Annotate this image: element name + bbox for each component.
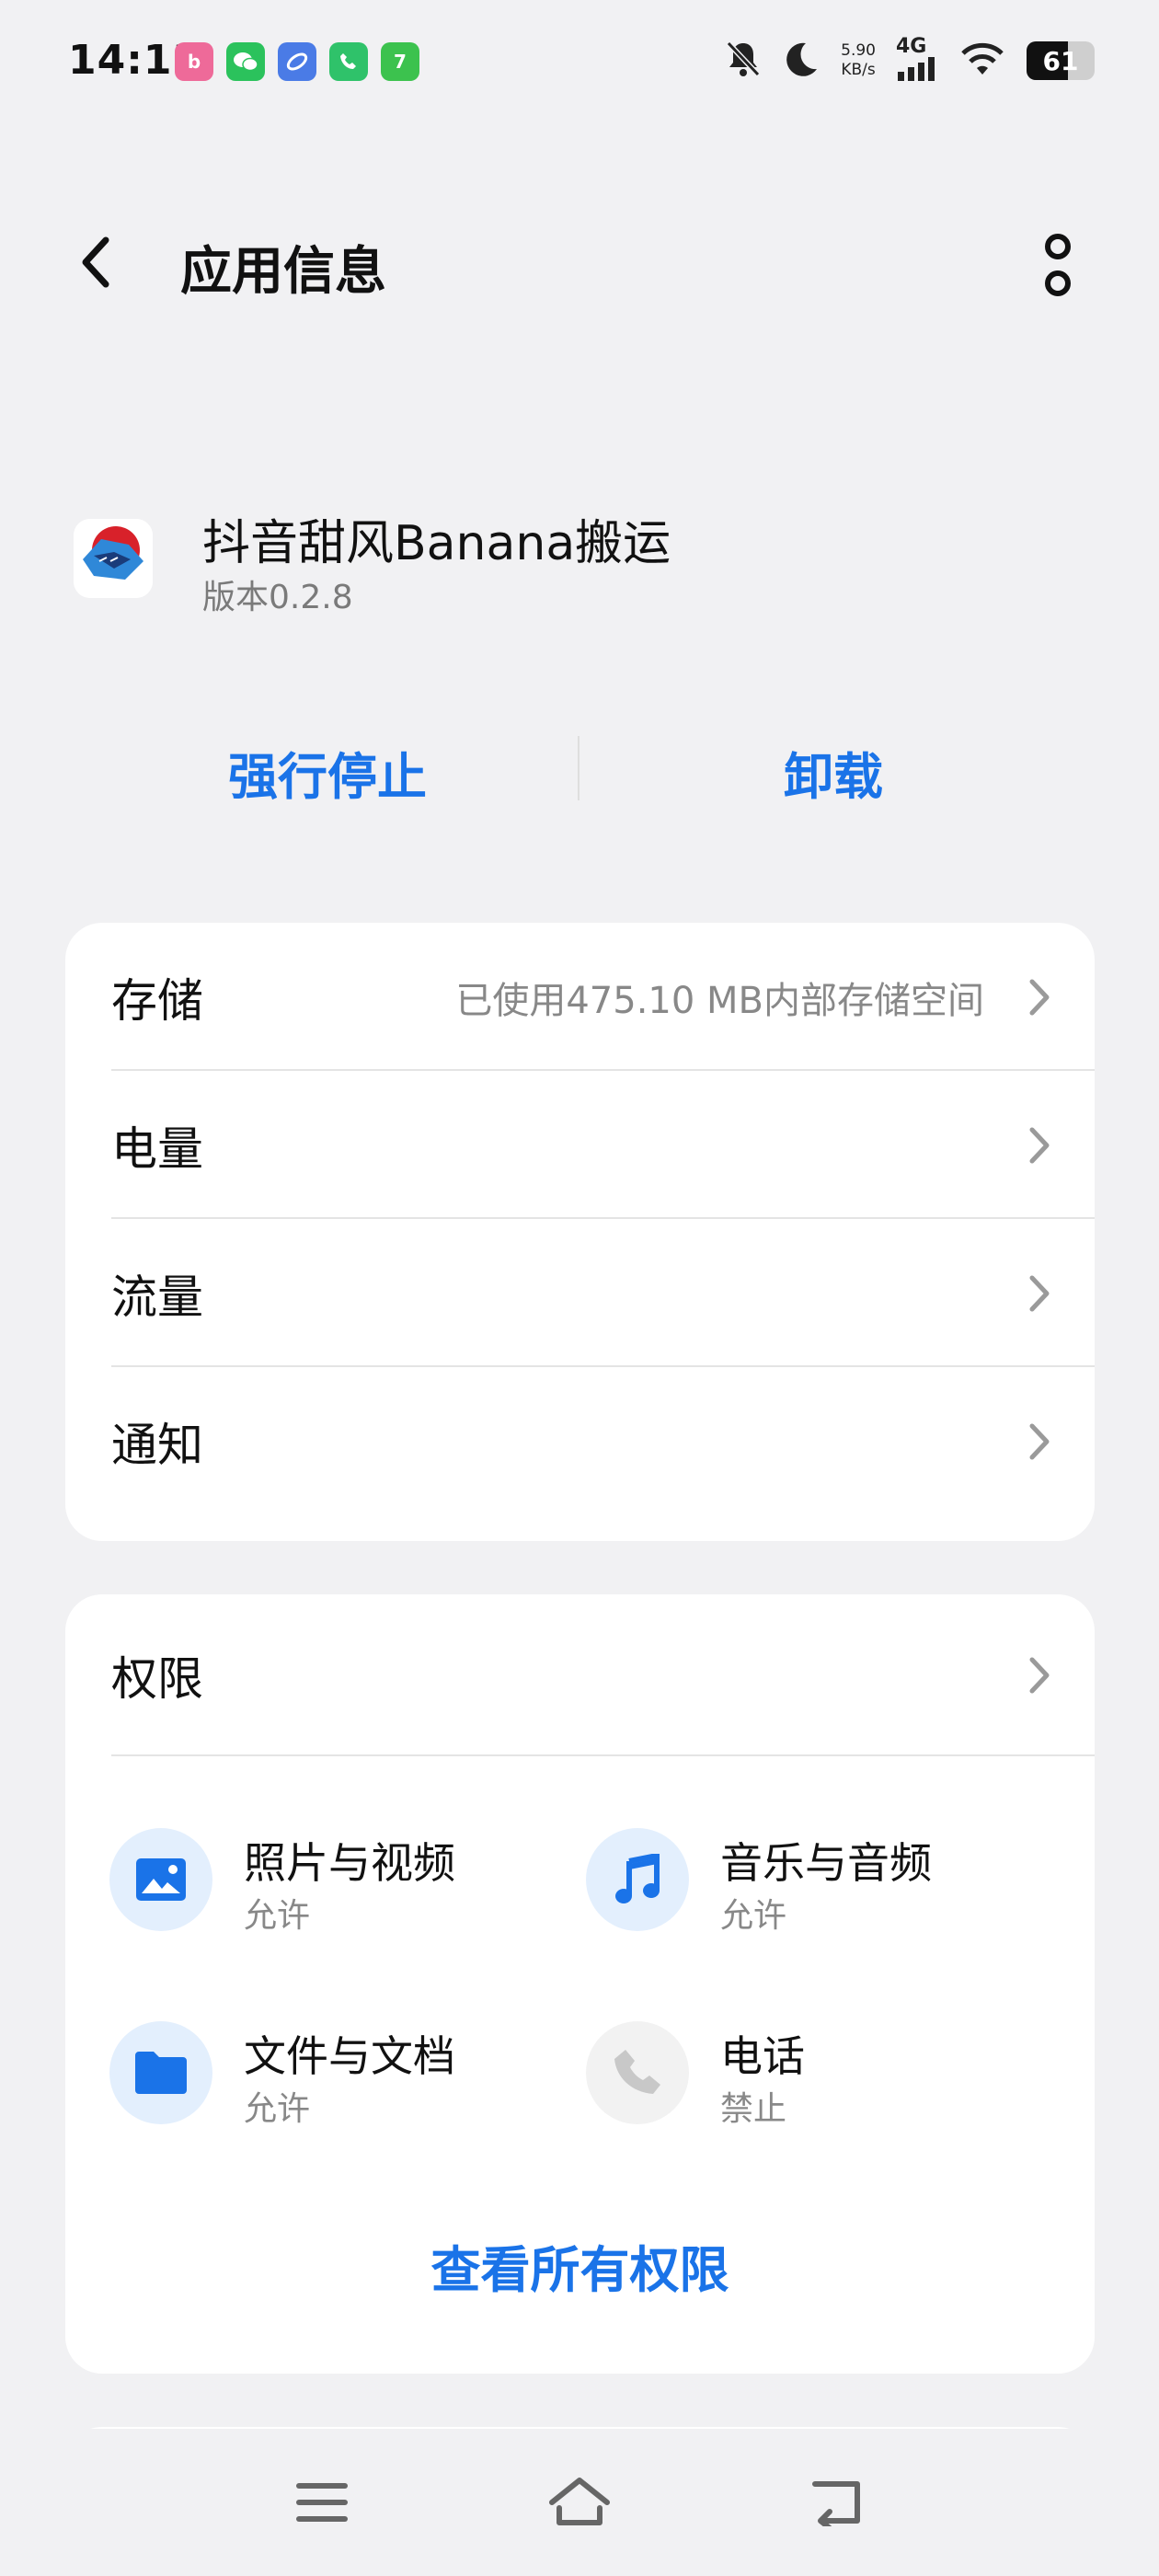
settings-card: 存储 已使用475.10 MB内部存储空间 电量 流量 通知 (65, 923, 1095, 1541)
status-bar: 14:13 b 7 5.90 KB/s 4G 61 (0, 0, 1159, 124)
image-icon (109, 1828, 212, 1931)
wechat-icon (226, 42, 265, 81)
cellular-indicator: 4G (896, 37, 938, 85)
chevron-right-icon (1021, 1122, 1058, 1168)
permission-files-documents[interactable]: 文件与文档 允许 (65, 2018, 525, 2128)
permission-status: 允许 (244, 1897, 311, 1935)
do-not-disturb-moon-icon (782, 40, 820, 82)
app-info-screen: 14:13 b 7 5.90 KB/s 4G 61 应用信息 抖音甜风Banan… (0, 0, 1159, 2576)
back-nav-button[interactable] (791, 2456, 883, 2548)
home-icon (549, 2478, 610, 2525)
chevron-right-icon (1021, 1271, 1058, 1317)
permission-name: 电话 (720, 2031, 805, 2081)
status-right: 5.90 KB/s 4G 61 (725, 37, 1095, 85)
settings-row-notifications[interactable]: 通知 (65, 1367, 1095, 1515)
settings-row-label: 通知 (111, 1418, 203, 1472)
settings-row-label: 存储 (111, 973, 203, 1028)
more-options-button[interactable] (1030, 230, 1085, 304)
recent-apps-button[interactable] (276, 2456, 368, 2548)
signal-bars-icon (896, 57, 938, 85)
view-all-permissions-link[interactable]: 查看所有权限 (65, 2229, 1095, 2302)
network-speed-value: 5.90 (841, 41, 876, 60)
permission-name: 照片与视频 (244, 1838, 455, 1888)
wifi-icon (958, 40, 1006, 82)
settings-row-battery[interactable]: 电量 (65, 1071, 1095, 1219)
permission-phone[interactable]: 电话 禁止 (542, 2018, 1002, 2128)
permission-photos-videos[interactable]: 照片与视频 允许 (65, 1824, 525, 1935)
page-title: 应用信息 (180, 242, 386, 302)
actions-divider (578, 736, 580, 800)
permission-name: 文件与文档 (244, 2031, 455, 2081)
chevron-right-icon (1021, 1419, 1058, 1465)
battery-level-text: 61 (1042, 46, 1079, 76)
system-navigation-bar (0, 2429, 1159, 2576)
home-button[interactable] (534, 2456, 625, 2548)
settings-row-data-usage[interactable]: 流量 (65, 1219, 1095, 1367)
mute-bell-icon (725, 40, 762, 82)
network-speed: 5.90 KB/s (841, 41, 876, 80)
music-icon (586, 1828, 689, 1931)
permissions-row[interactable]: 权限 (65, 1594, 1095, 1756)
back-arrow-icon (812, 2481, 860, 2526)
permissions-title: 权限 (111, 1652, 203, 1706)
phone-app-icon (329, 42, 368, 81)
menu-icon (296, 2483, 348, 2522)
force-stop-button[interactable]: 强行停止 (228, 736, 427, 809)
permission-status: 禁止 (720, 2090, 787, 2128)
permissions-card: 权限 照片与视频 允许 音乐与音频 允许 文件与文档 允许 电话 禁止 查看所有… (65, 1594, 1095, 2374)
bilibili-icon: b (175, 42, 213, 81)
app-summary: 抖音甜风Banana搬运 版本0.2.8 (0, 478, 1159, 644)
permission-name: 音乐与音频 (720, 1838, 932, 1888)
network-type: 4G (896, 35, 927, 58)
browser-icon (278, 42, 316, 81)
more-vertical-icon (1045, 234, 1071, 296)
network-speed-unit: KB/s (841, 61, 876, 79)
app-actions: 强行停止 卸载 (0, 727, 1159, 819)
chevron-right-icon (1021, 974, 1058, 1020)
row-divider (111, 1754, 1095, 1756)
app-seven-icon: 7 (381, 42, 419, 81)
settings-row-label: 电量 (111, 1121, 203, 1176)
back-button[interactable] (64, 230, 129, 294)
settings-row-storage[interactable]: 存储 已使用475.10 MB内部存储空间 (65, 923, 1095, 1071)
app-name: 抖音甜风Banana搬运 (202, 516, 671, 571)
settings-row-label: 流量 (111, 1270, 203, 1324)
folder-icon (109, 2021, 212, 2124)
app-icon (74, 519, 153, 598)
storage-usage-value: 已使用475.10 MB内部存储空间 (455, 979, 984, 1022)
permission-music-audio[interactable]: 音乐与音频 允许 (542, 1824, 1002, 1935)
permission-status: 允许 (244, 2090, 311, 2128)
uninstall-button[interactable]: 卸载 (784, 736, 883, 809)
top-app-bar: 应用信息 (0, 202, 1159, 322)
phone-icon (586, 2021, 689, 2124)
chevron-left-icon (82, 236, 109, 288)
permission-status: 允许 (720, 1897, 787, 1935)
app-version: 版本0.2.8 (202, 579, 353, 616)
chevron-right-icon (1021, 1652, 1058, 1698)
battery-indicator: 61 (1027, 41, 1095, 80)
notification-app-icons: b 7 (175, 42, 419, 81)
